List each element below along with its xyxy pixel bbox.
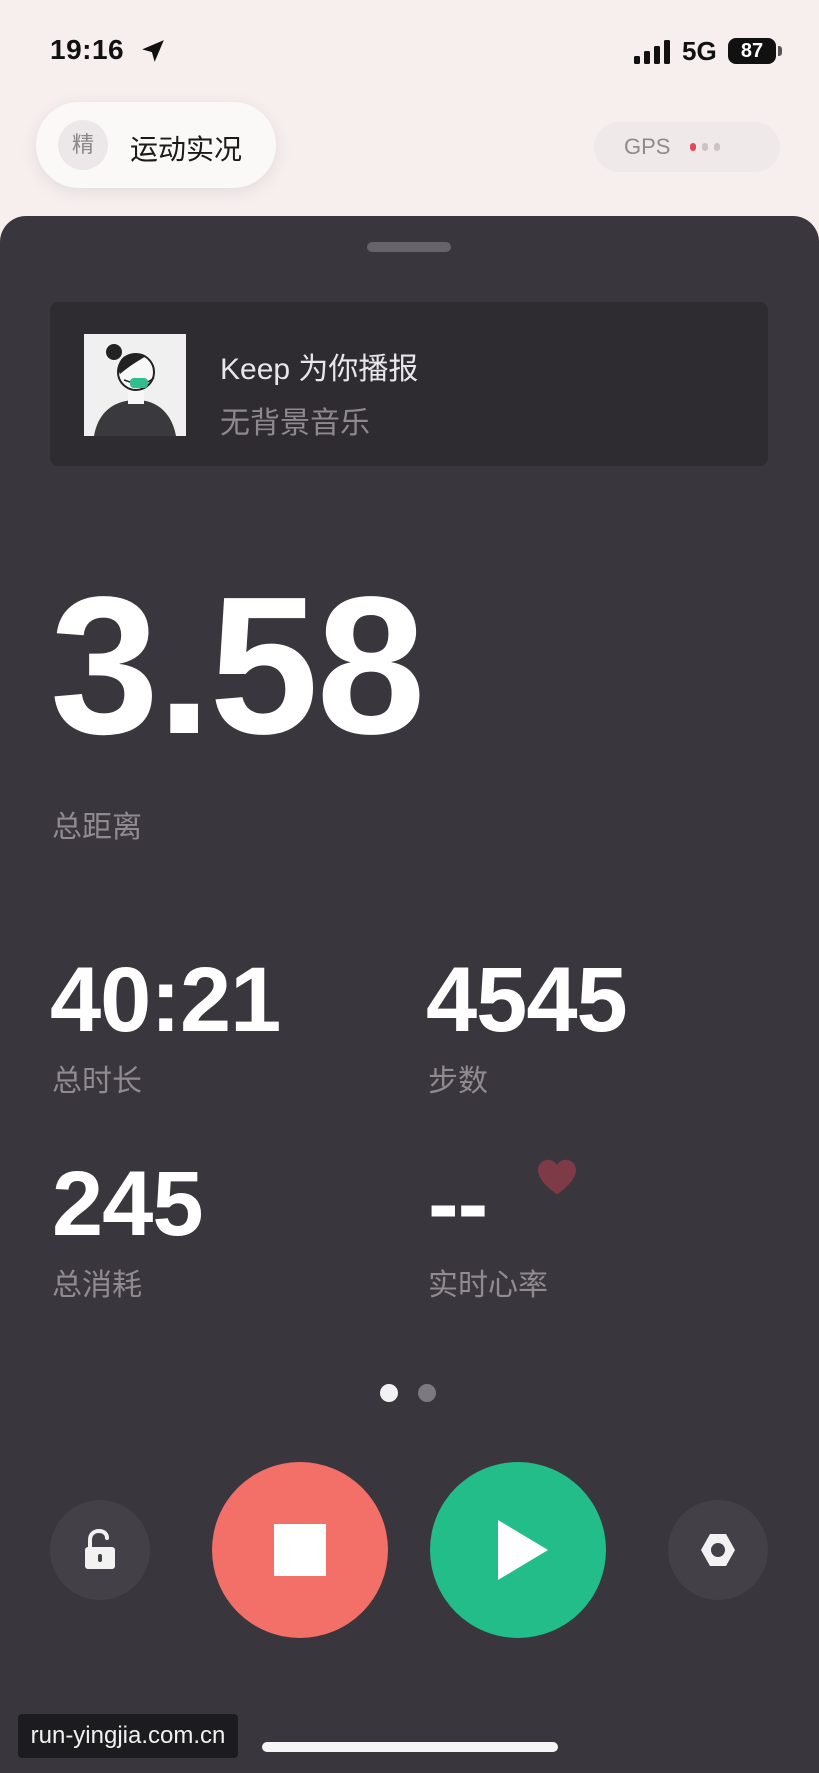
drag-handle[interactable] (367, 242, 451, 252)
status-time: 19:16 (50, 34, 125, 65)
resume-button[interactable] (430, 1462, 606, 1638)
settings-button[interactable] (668, 1500, 768, 1600)
page-indicator[interactable] (380, 1384, 440, 1404)
page-dot-active[interactable] (380, 1384, 398, 1402)
gps-signal-icon (690, 143, 720, 151)
heart-rate-label: 实时心率 (428, 1269, 548, 1302)
signal-icon (634, 40, 670, 64)
home-indicator[interactable] (262, 1742, 558, 1752)
location-arrow-icon (142, 40, 164, 62)
page-dot[interactable] (418, 1384, 436, 1402)
distance-label: 总距离 (52, 811, 142, 844)
status-bar: 19:16 5G 87 (0, 0, 819, 100)
gps-label: GPS (624, 134, 671, 159)
gps-status[interactable]: GPS (594, 122, 780, 172)
play-icon (498, 1520, 548, 1580)
network-type: 5G (682, 36, 717, 66)
duration-value: 40:21 (50, 949, 281, 1051)
battery-cap (778, 46, 782, 56)
calories-label: 总消耗 (52, 1269, 142, 1302)
heart-rate-value: -- (428, 1153, 488, 1255)
calories-value: 245 (52, 1153, 203, 1255)
workout-mode-pill[interactable]: 精 运动实况 (36, 102, 276, 188)
steps-value: 4545 (426, 949, 628, 1051)
steps-label: 步数 (428, 1065, 488, 1098)
mode-badge: 精 (58, 120, 108, 170)
watermark: run-yingjia.com.cn (18, 1714, 238, 1758)
voice-title: Keep 为你播报 (220, 353, 419, 386)
heart-icon (538, 1159, 576, 1195)
unlock-icon (85, 1528, 115, 1569)
duration-label: 总时长 (52, 1065, 142, 1098)
coach-avatar (84, 334, 186, 436)
page-title: 运动实况 (130, 134, 243, 165)
voice-subtitle: 无背景音乐 (220, 407, 370, 440)
stop-button[interactable] (212, 1462, 388, 1638)
unlock-button[interactable] (50, 1500, 150, 1600)
distance-value: 3.58 (50, 556, 425, 775)
stop-icon (274, 1524, 326, 1576)
battery-indicator: 87 (728, 38, 776, 64)
settings-icon (701, 1534, 735, 1566)
